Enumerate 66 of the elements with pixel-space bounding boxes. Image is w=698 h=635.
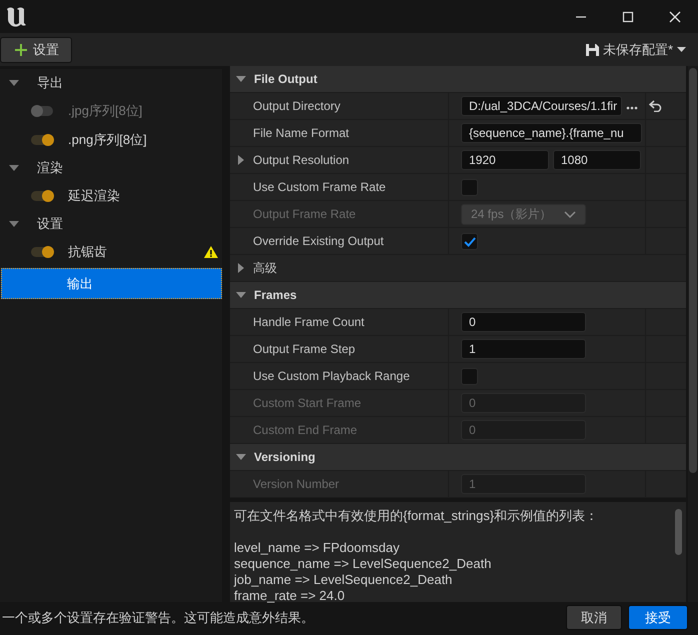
path-field[interactable]: D:/ual_3DCA/Courses/1.1fir — [461, 96, 622, 116]
section-title: Frames — [254, 288, 297, 302]
warning-message: 一个或多个设置存在验证警告。这可能造成意外结果。 — [2, 608, 315, 626]
property-label: Output Resolution — [253, 153, 350, 167]
property-label: Output Frame Step — [253, 342, 356, 356]
section-title: File Output — [254, 72, 318, 86]
number-field[interactable]: 1920 — [461, 150, 549, 170]
save-icon — [586, 42, 599, 56]
format-example: frame_rate => 24.0 — [234, 588, 346, 604]
group-label: 导出 — [37, 74, 63, 92]
text-field[interactable]: 1 — [461, 339, 586, 359]
property-label: Override Existing Output — [253, 234, 384, 248]
toggle-switch[interactable] — [31, 134, 54, 146]
chevron-down-icon — [564, 210, 576, 218]
maximize-icon — [622, 10, 634, 22]
collapse-arrow-icon[interactable] — [236, 155, 246, 165]
text-field[interactable]: 0 — [461, 312, 586, 332]
property-label: Custom Start Frame — [253, 396, 362, 410]
section-header[interactable]: File Output — [230, 66, 686, 93]
sidebar-item[interactable]: 输出 — [1, 268, 222, 299]
sidebar-item[interactable]: 抗锯齿 — [68, 242, 204, 260]
text-field[interactable]: {sequence_name}.{frame_nu — [461, 123, 642, 143]
toggle-switch[interactable] — [31, 190, 54, 202]
section-header[interactable]: Versioning — [230, 444, 686, 471]
expand-arrow-icon[interactable] — [9, 218, 19, 228]
scrollbar-thumb[interactable] — [675, 509, 682, 555]
toggle-switch[interactable] — [31, 246, 54, 258]
caret-icon — [677, 47, 686, 52]
property-label: Output Directory — [253, 99, 340, 113]
sidebar-item[interactable]: 延迟渲染 — [68, 186, 222, 204]
section-header[interactable]: Frames — [230, 282, 686, 309]
accept-button[interactable]: 接受 — [628, 605, 688, 630]
cancel-button[interactable]: 取消 — [566, 605, 622, 630]
number-field[interactable]: 1080 — [553, 150, 641, 170]
checkbox[interactable] — [461, 178, 478, 196]
property-label: Use Custom Playback Range — [253, 369, 410, 383]
scrollbar-thumb[interactable] — [689, 68, 697, 473]
group-label: 设置 — [37, 214, 63, 232]
add-settings-button[interactable]: 设置 — [0, 36, 72, 62]
check-icon — [464, 236, 476, 246]
description-text: 可在文件名格式中有效使用的{format_strings}和示例值的列表： — [234, 508, 600, 524]
section-title: Versioning — [254, 450, 316, 464]
plus-icon — [14, 42, 28, 56]
expand-arrow-icon[interactable] — [9, 78, 19, 88]
format-example: job_name => LevelSequence2_Death — [234, 572, 454, 588]
property-label: Handle Frame Count — [253, 315, 364, 329]
property-label: Output Frame Rate — [253, 207, 356, 221]
expand-arrow-icon[interactable] — [9, 162, 19, 172]
reset-icon[interactable] — [649, 100, 662, 112]
checkbox[interactable] — [461, 368, 478, 384]
sidebar-item[interactable]: .jpg序列[8位] — [68, 102, 222, 120]
property-label: Custom End Frame — [253, 423, 358, 437]
format-example: sequence_name => LevelSequence2_Death — [234, 556, 492, 572]
collapse-arrow-icon[interactable] — [236, 263, 246, 273]
logo-icon — [5, 6, 27, 28]
checkbox[interactable] — [461, 232, 478, 250]
property-label: File Name Format — [253, 126, 350, 140]
sidebar-item[interactable]: .png序列[8位] — [68, 130, 222, 148]
format-example: level_name => FPdoomsday — [234, 540, 400, 556]
property-label: Use Custom Frame Rate — [253, 180, 386, 194]
property-label: 高级 — [253, 260, 277, 276]
close-icon — [668, 10, 680, 22]
preset-menu[interactable]: 未保存配置* — [586, 40, 686, 58]
property-label: Version Number — [253, 477, 340, 491]
group-label: 渲染 — [37, 158, 63, 176]
toggle-switch[interactable] — [31, 104, 54, 116]
